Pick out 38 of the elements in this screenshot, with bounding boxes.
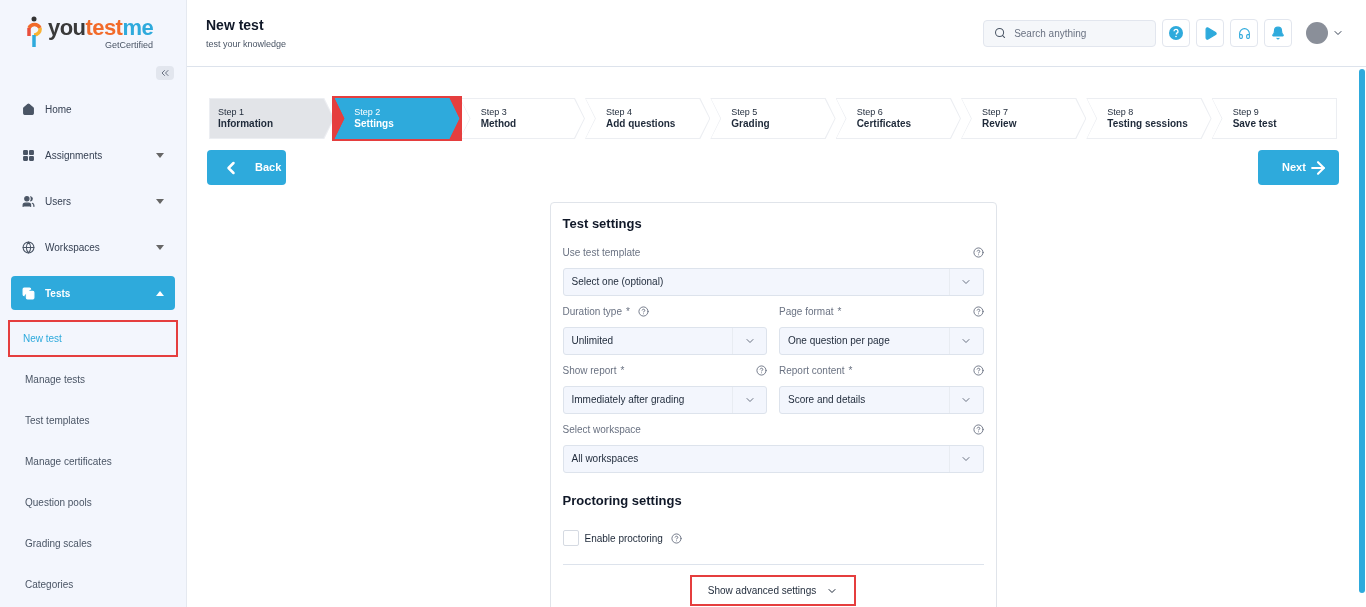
checkbox-label: Enable proctoring (584, 531, 663, 546)
sidebar-item[interactable]: Users (11, 184, 175, 218)
submenu-item[interactable]: Question pools (11, 484, 175, 521)
sidebar-item[interactable]: Home (11, 92, 175, 126)
page-title: New test (206, 15, 265, 35)
required-mark: * (626, 305, 630, 319)
select-field[interactable]: All workspaces (562, 444, 984, 473)
field-label: Duration type (562, 305, 622, 319)
field-label: Page format (779, 305, 834, 319)
search-field[interactable]: Search anything (983, 19, 1156, 47)
step-tab[interactable]: Step 9 Save test (1209, 96, 1339, 141)
required-mark: * (837, 305, 842, 319)
sidebar-item[interactable]: Workspaces (11, 230, 175, 264)
section-title: Proctoring settings (562, 491, 683, 510)
select-field[interactable]: One question per page (779, 326, 984, 355)
show-advanced-settings-button[interactable]: Show advanced settings (689, 575, 857, 606)
select-field[interactable]: Immediately after grading (562, 385, 767, 414)
search-input[interactable]: Search anything (1014, 25, 1145, 41)
field-label: Use test template (562, 246, 641, 260)
submenu-item[interactable]: Manage certificates (11, 443, 175, 480)
submenu-item[interactable]: Test templates (11, 402, 175, 439)
field-label: Show report (562, 364, 617, 378)
submenu-item[interactable]: Categories (11, 566, 175, 603)
page-subtitle: test your knowledge (206, 37, 287, 51)
sidebar-item[interactable]: Assignments (11, 138, 175, 172)
select-field[interactable]: Select one (optional) (562, 267, 984, 296)
select-field[interactable]: Score and details (779, 385, 984, 414)
required-mark: * (848, 364, 853, 378)
step-tab[interactable]: Step 4 Add questions (583, 96, 713, 141)
required-mark: * (620, 364, 625, 378)
submenu-item[interactable]: Grading scales (11, 525, 175, 562)
logo-wordmark: youtestme (48, 16, 154, 39)
field-label: Select workspace (562, 423, 641, 437)
select-field[interactable]: Unlimited (562, 326, 767, 355)
submenu-item[interactable]: Manage tests (11, 361, 175, 398)
field-label: Report content (779, 364, 845, 378)
logo-tagline: GetCertified (105, 40, 154, 50)
section-title: Test settings (562, 215, 643, 233)
